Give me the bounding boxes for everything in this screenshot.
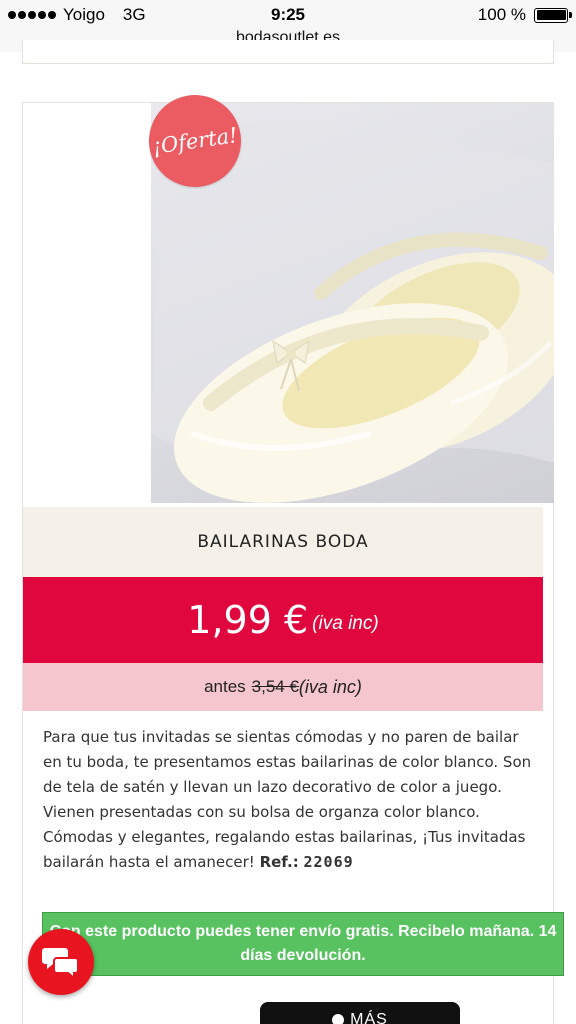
current-price: 1,99 €	[187, 598, 309, 642]
product-title: BAILARINAS BODA	[23, 507, 543, 577]
plus-circle-icon	[332, 1014, 345, 1024]
battery-percent: 100 %	[477, 5, 526, 24]
current-price-tax-note: (iva inc)	[312, 613, 379, 634]
reference-number: 22069	[303, 853, 354, 871]
free-shipping-banner: Con este producto puedes tener envío gra…	[42, 912, 564, 976]
price-band: 1,99 € (iva inc)	[23, 577, 543, 663]
previous-price-band: antes 3,54 € (iva inc)	[23, 663, 543, 711]
battery-icon	[534, 7, 572, 23]
product-card: ¡Oferta! BAILARINAS BODA 1,99 € (iva inc…	[22, 89, 554, 1024]
description-text: Para que tus invitadas se sientas cómoda…	[43, 728, 532, 871]
chat-button[interactable]	[28, 929, 94, 995]
status-bar: Yoigo 3G 9:25 100 %	[0, 0, 576, 30]
product-description: Para que tus invitadas se sientas cómoda…	[43, 725, 533, 875]
more-button-label: MÁS	[350, 1011, 388, 1024]
status-right: 100 %	[477, 5, 572, 25]
previous-price-tax-note: (iva inc)	[298, 676, 362, 697]
previous-product-card	[22, 40, 554, 64]
previous-price-label: antes	[204, 677, 246, 696]
chat-bubbles-icon	[42, 948, 79, 979]
previous-price: 3,54 €	[251, 677, 299, 696]
reference-label: Ref.:	[259, 853, 299, 871]
more-button[interactable]: MÁS	[260, 1002, 460, 1024]
